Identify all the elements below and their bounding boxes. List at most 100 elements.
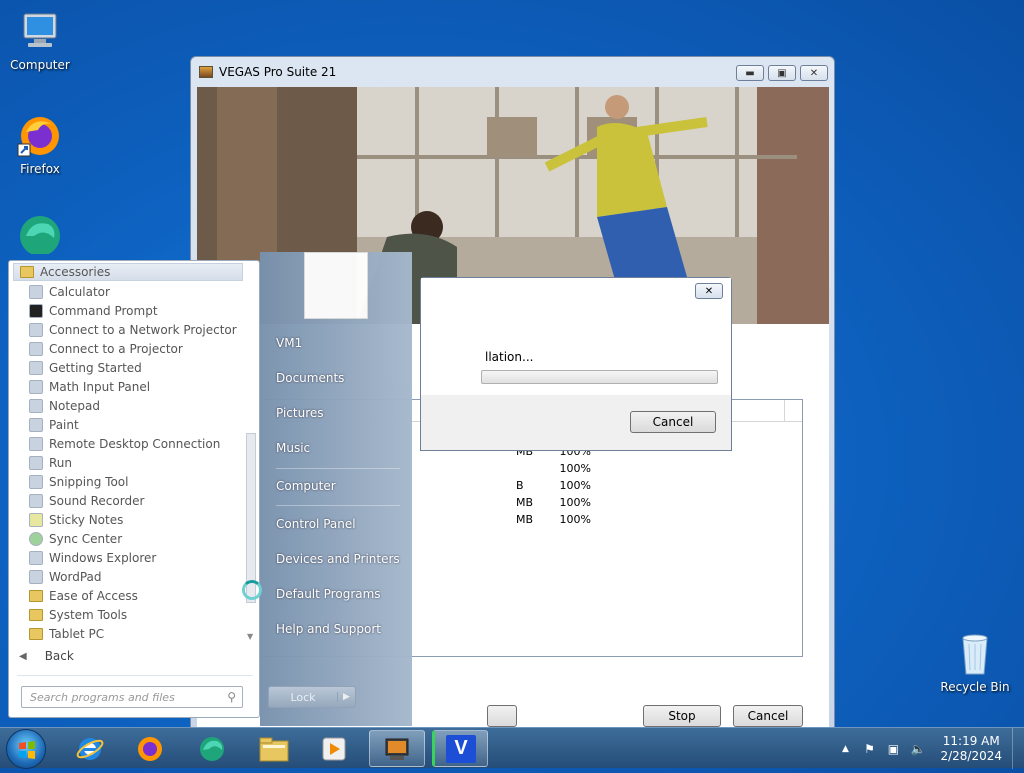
program-sync-center[interactable]: Sync Center: [29, 529, 122, 548]
media-player-icon: [322, 737, 346, 760]
program-paint[interactable]: Paint: [29, 415, 79, 434]
search-icon: ⚲: [227, 690, 236, 704]
calculator-icon: [29, 284, 43, 299]
folder-system-tools[interactable]: System Tools: [29, 605, 127, 624]
user-picture[interactable]: [304, 252, 368, 319]
scroll-down-arrow[interactable]: ▼: [247, 632, 253, 641]
taskbar-file-explorer[interactable]: [246, 730, 302, 767]
program-windows-explorer[interactable]: Windows Explorer: [29, 548, 156, 567]
program-getting-started[interactable]: Getting Started: [29, 358, 142, 377]
lock-button[interactable]: Lock ▶: [268, 686, 356, 708]
clock-time: 11:19 AM: [942, 733, 1000, 748]
close-button[interactable]: ✕: [800, 65, 828, 81]
start-link-pictures[interactable]: Pictures: [276, 406, 324, 420]
folder-accessories[interactable]: Accessories: [13, 263, 243, 281]
maximize-button[interactable]: ▣: [768, 65, 796, 81]
wordpad-icon: [29, 569, 43, 584]
network-icon[interactable]: ▣: [886, 742, 900, 756]
start-link-default-programs[interactable]: Default Programs: [276, 587, 381, 601]
folder-tablet-pc[interactable]: Tablet PC: [29, 624, 104, 643]
start-link-control-panel[interactable]: Control Panel: [276, 517, 356, 531]
cancel-button[interactable]: Cancel: [733, 705, 803, 727]
folder-icon: [29, 589, 43, 602]
installer-icon: [385, 738, 409, 760]
program-notepad[interactable]: Notepad: [29, 396, 100, 415]
folder-ease-of-access[interactable]: Ease of Access: [29, 586, 138, 605]
programs-pane: Accessories Calculator Command Prompt Co…: [8, 260, 260, 718]
minimize-button[interactable]: ▬: [736, 65, 764, 81]
clock-date: 2/28/2024: [940, 748, 1002, 763]
window-title-bar[interactable]: VEGAS Pro Suite 21: [199, 65, 336, 79]
program-run[interactable]: Run: [29, 453, 72, 472]
taskbar-vegas-app[interactable]: V: [432, 730, 488, 767]
dialog-cancel-button[interactable]: Cancel: [630, 411, 716, 433]
taskbar: V ▲ ⚑ ▣ 🔈 11:19 AM 2/28/2024: [0, 727, 1024, 769]
program-wordpad[interactable]: WordPad: [29, 567, 102, 586]
folder-icon: [29, 608, 43, 621]
start-right-pane: VM1 Documents Pictures Music Computer Co…: [260, 252, 412, 726]
back-arrow-icon: ◀: [19, 650, 27, 662]
start-link-user[interactable]: VM1: [276, 336, 302, 350]
desktop-icon-recycle-bin[interactable]: Recycle Bin: [935, 630, 1015, 694]
projector-icon: [29, 341, 43, 356]
program-sound-recorder[interactable]: Sound Recorder: [29, 491, 144, 510]
show-hidden-icons-button[interactable]: ▲: [838, 742, 852, 756]
desktop-icon-firefox[interactable]: Firefox: [0, 112, 80, 176]
back-button-partial[interactable]: [487, 705, 517, 727]
list-row: MB 100%: [516, 496, 591, 509]
divider: [276, 468, 400, 469]
progress-message: llation...: [485, 350, 534, 364]
sync-center-icon: [29, 531, 43, 546]
busy-cursor-icon: [242, 580, 262, 600]
scroll-thumb[interactable]: [246, 433, 256, 603]
microphone-icon: [29, 493, 43, 508]
taskbar-firefox[interactable]: [122, 730, 178, 767]
shutdown-options-arrow-icon[interactable]: ▶: [337, 692, 355, 702]
taskbar-media-player[interactable]: [306, 730, 362, 767]
volume-muted-icon[interactable]: 🔈: [910, 742, 925, 756]
dialog-close-button[interactable]: ✕: [695, 283, 723, 299]
program-calculator[interactable]: Calculator: [29, 282, 110, 301]
start-link-help-support[interactable]: Help and Support: [276, 622, 381, 636]
program-remote-desktop[interactable]: Remote Desktop Connection: [29, 434, 220, 453]
start-link-computer[interactable]: Computer: [276, 479, 336, 493]
getting-started-icon: [29, 360, 43, 375]
program-command-prompt[interactable]: Command Prompt: [29, 301, 158, 320]
window-title: VEGAS Pro Suite 21: [219, 65, 337, 79]
dialog-content: ✕ llation...: [421, 278, 731, 395]
back-button[interactable]: ◀ Back: [19, 649, 74, 663]
divider: [17, 675, 253, 676]
taskbar-internet-explorer[interactable]: [62, 730, 118, 767]
clock[interactable]: 11:19 AM 2/28/2024: [940, 734, 1002, 764]
search-input[interactable]: Search programs and files ⚲: [21, 686, 243, 708]
desktop-icon-label: Computer: [10, 58, 70, 72]
start-button[interactable]: [6, 729, 46, 769]
program-connect-network-projector[interactable]: Connect to a Network Projector: [29, 320, 237, 339]
program-snipping-tool[interactable]: Snipping Tool: [29, 472, 128, 491]
internet-explorer-icon: [76, 737, 104, 760]
divider: [276, 505, 400, 506]
program-connect-projector[interactable]: Connect to a Projector: [29, 339, 183, 358]
sticky-notes-icon: [29, 512, 43, 527]
start-link-devices-printers[interactable]: Devices and Printers: [276, 552, 400, 566]
program-sticky-notes[interactable]: Sticky Notes: [29, 510, 123, 529]
start-link-documents[interactable]: Documents: [276, 371, 344, 385]
program-math-input-panel[interactable]: Math Input Panel: [29, 377, 150, 396]
show-desktop-button[interactable]: [1012, 728, 1024, 769]
stop-button[interactable]: Stop: [643, 705, 721, 727]
installation-progress-dialog[interactable]: ✕ llation... Cancel: [420, 277, 732, 451]
folder-icon: [29, 627, 43, 640]
vegas-app-icon: [199, 66, 213, 78]
start-menu: Accessories Calculator Command Prompt Co…: [0, 252, 412, 726]
desktop-icon-computer[interactable]: Computer: [0, 8, 80, 72]
projector-icon: [29, 322, 43, 337]
action-center-flag-icon[interactable]: ⚑: [862, 742, 876, 756]
progress-bar: [481, 370, 718, 384]
folder-icon: [259, 737, 289, 761]
desktop-icon-label: Firefox: [20, 162, 60, 176]
start-link-music[interactable]: Music: [276, 441, 310, 455]
taskbar-edge[interactable]: [184, 730, 240, 767]
taskbar-vegas-installer[interactable]: [369, 730, 425, 767]
edge-icon: [200, 736, 224, 761]
notepad-icon: [29, 398, 43, 413]
